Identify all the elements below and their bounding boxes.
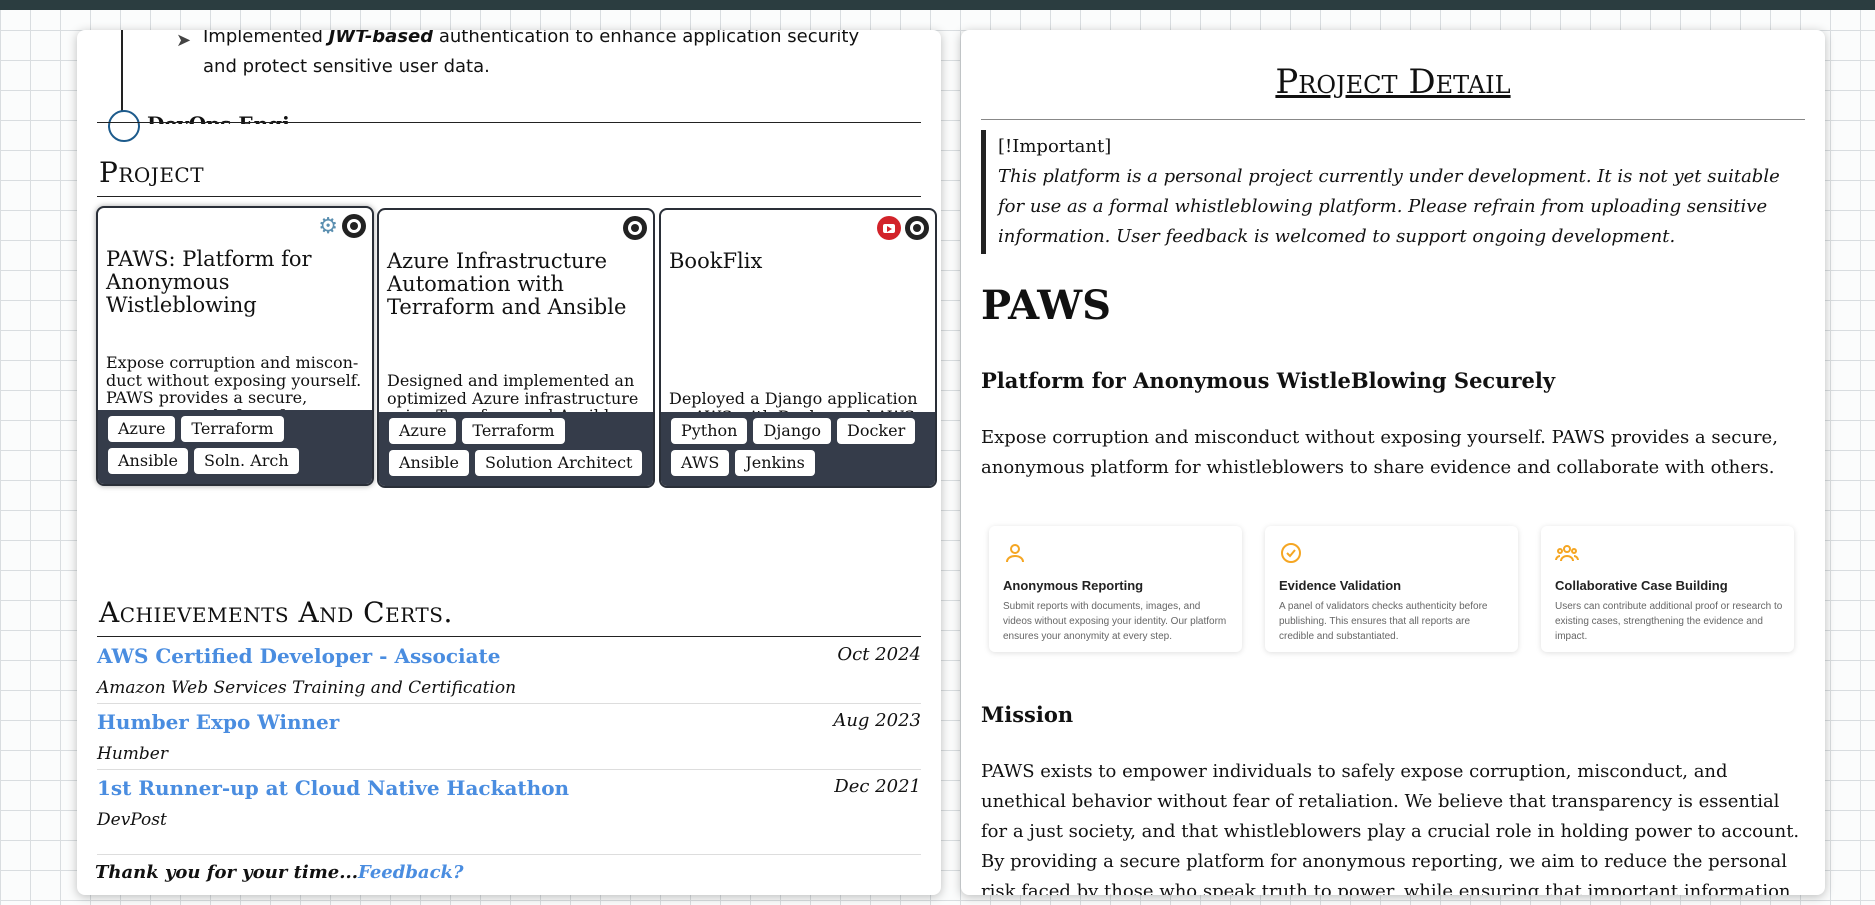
feature-description: Submit reports with documents, images, a… (1003, 601, 1227, 642)
gear-icon[interactable]: ⚙ (318, 214, 338, 240)
footer-thanks: Thank you for your time...Feedback? (95, 862, 464, 883)
mission-heading: Mission (981, 702, 1074, 727)
achievement-title-link[interactable]: 1st Runner-up at Cloud Native Hackathon (97, 776, 569, 800)
tag: Terraform (181, 416, 284, 442)
github-icon[interactable] (905, 216, 929, 240)
timeline-line (121, 30, 123, 114)
github-icon[interactable] (623, 216, 647, 240)
section-title-achievements: Achievements And Certs. (99, 596, 453, 629)
divider (981, 119, 1805, 120)
feature-title: Collaborative Case Building (1555, 578, 1728, 593)
divider (97, 769, 921, 770)
project-detail-panel: Project Detail [!Important] This platfor… (961, 30, 1825, 895)
tag: Docker (837, 418, 916, 444)
achievement-title-link[interactable]: AWS Certified Developer - Associate (97, 644, 501, 668)
feature-title: Evidence Validation (1279, 578, 1402, 593)
project-card-bookflix[interactable]: BookFlix Deployed a Django application o… (659, 208, 937, 488)
chevron-right-icon: ➤ (176, 30, 192, 51)
project-card-azure[interactable]: Azure Infrastructure Automation with Ter… (377, 208, 655, 488)
tag: Soln. Arch (194, 448, 299, 474)
top-bar (0, 0, 1875, 10)
achievement-title-link[interactable]: Humber Expo Winner (97, 710, 339, 734)
project-card-title: PAWS: Platform for Anonymous Wistleblowi… (106, 247, 312, 317)
users-icon (1555, 545, 1579, 562)
tag: Azure (108, 416, 176, 442)
timeline-node-icon (108, 110, 140, 142)
user-icon (1006, 544, 1024, 563)
feature-card: Collaborative Case Building Users can co… (1541, 526, 1794, 652)
callout-body: This platform is a personal project curr… (998, 166, 1780, 247)
thanks-text: Thank you for your time... (95, 862, 359, 883)
project-heading: PAWS (981, 282, 1112, 329)
section-title-project: Project (99, 156, 205, 189)
tag: Django (753, 418, 831, 444)
divider (97, 703, 921, 704)
feedback-link[interactable]: Feedback? (358, 862, 464, 883)
youtube-icon[interactable] (877, 216, 901, 240)
tag: Ansible (108, 448, 189, 474)
feature-title: Anonymous Reporting (1003, 578, 1144, 593)
tag: Ansible (389, 450, 470, 476)
divider (97, 196, 921, 197)
tag-list: Azure Terraform Ansible Soln. Arch (98, 410, 372, 484)
tag-list: Azure Terraform Ansible Solution Archite… (379, 412, 653, 486)
callout-tag: [!Important] (998, 136, 1112, 157)
divider (97, 636, 921, 637)
tag: Solution Architect (475, 450, 643, 476)
mission-text: PAWS exists to empower individuals to sa… (981, 761, 1800, 895)
feature-card: Anonymous Reporting Submit reports with … (989, 526, 1242, 652)
feature-card: Evidence Validation A panel of validator… (1265, 526, 1518, 652)
feature-description: A panel of validators checks authenticit… (1279, 601, 1488, 642)
project-card-title: BookFlix (669, 249, 763, 273)
achievement-org: Amazon Web Services Training and Certifi… (97, 678, 517, 698)
achievement-date: Oct 2024 (837, 644, 921, 665)
tag: Python (671, 418, 748, 444)
feature-description: Users can contribute additional proof or… (1555, 601, 1783, 642)
divider (97, 854, 921, 855)
achievement-date: Aug 2023 (833, 710, 921, 731)
page-title: Project Detail (1275, 62, 1511, 102)
experience-bullet: Implemented JWT-based authentication to … (203, 30, 860, 77)
resume-panel: ➤ Implemented JWT-based authentication t… (77, 30, 941, 895)
github-icon[interactable] (342, 214, 366, 238)
tag: AWS (671, 450, 730, 476)
project-intro: Expose corruption and misconduct without… (981, 427, 1778, 478)
important-callout: [!Important] This platform is a personal… (981, 130, 1805, 254)
tag: Terraform (462, 418, 565, 444)
tag: Azure (389, 418, 457, 444)
project-card-title: Azure Infrastructure Automation with Ter… (387, 249, 627, 319)
achievement-date: Dec 2021 (834, 776, 921, 797)
check-circle-icon (1281, 543, 1301, 563)
project-card-paws[interactable]: ⚙ PAWS: Platform for Anonymous Wistleblo… (96, 206, 374, 486)
achievement-org: DevPost (97, 810, 167, 830)
achievement-org: Humber (97, 744, 168, 764)
tag: Jenkins (735, 450, 815, 476)
divider (97, 122, 921, 123)
project-subheading: Platform for Anonymous WistleBlowing Sec… (981, 368, 1556, 393)
tag-list: Python Django Docker AWS Jenkins (661, 412, 935, 486)
